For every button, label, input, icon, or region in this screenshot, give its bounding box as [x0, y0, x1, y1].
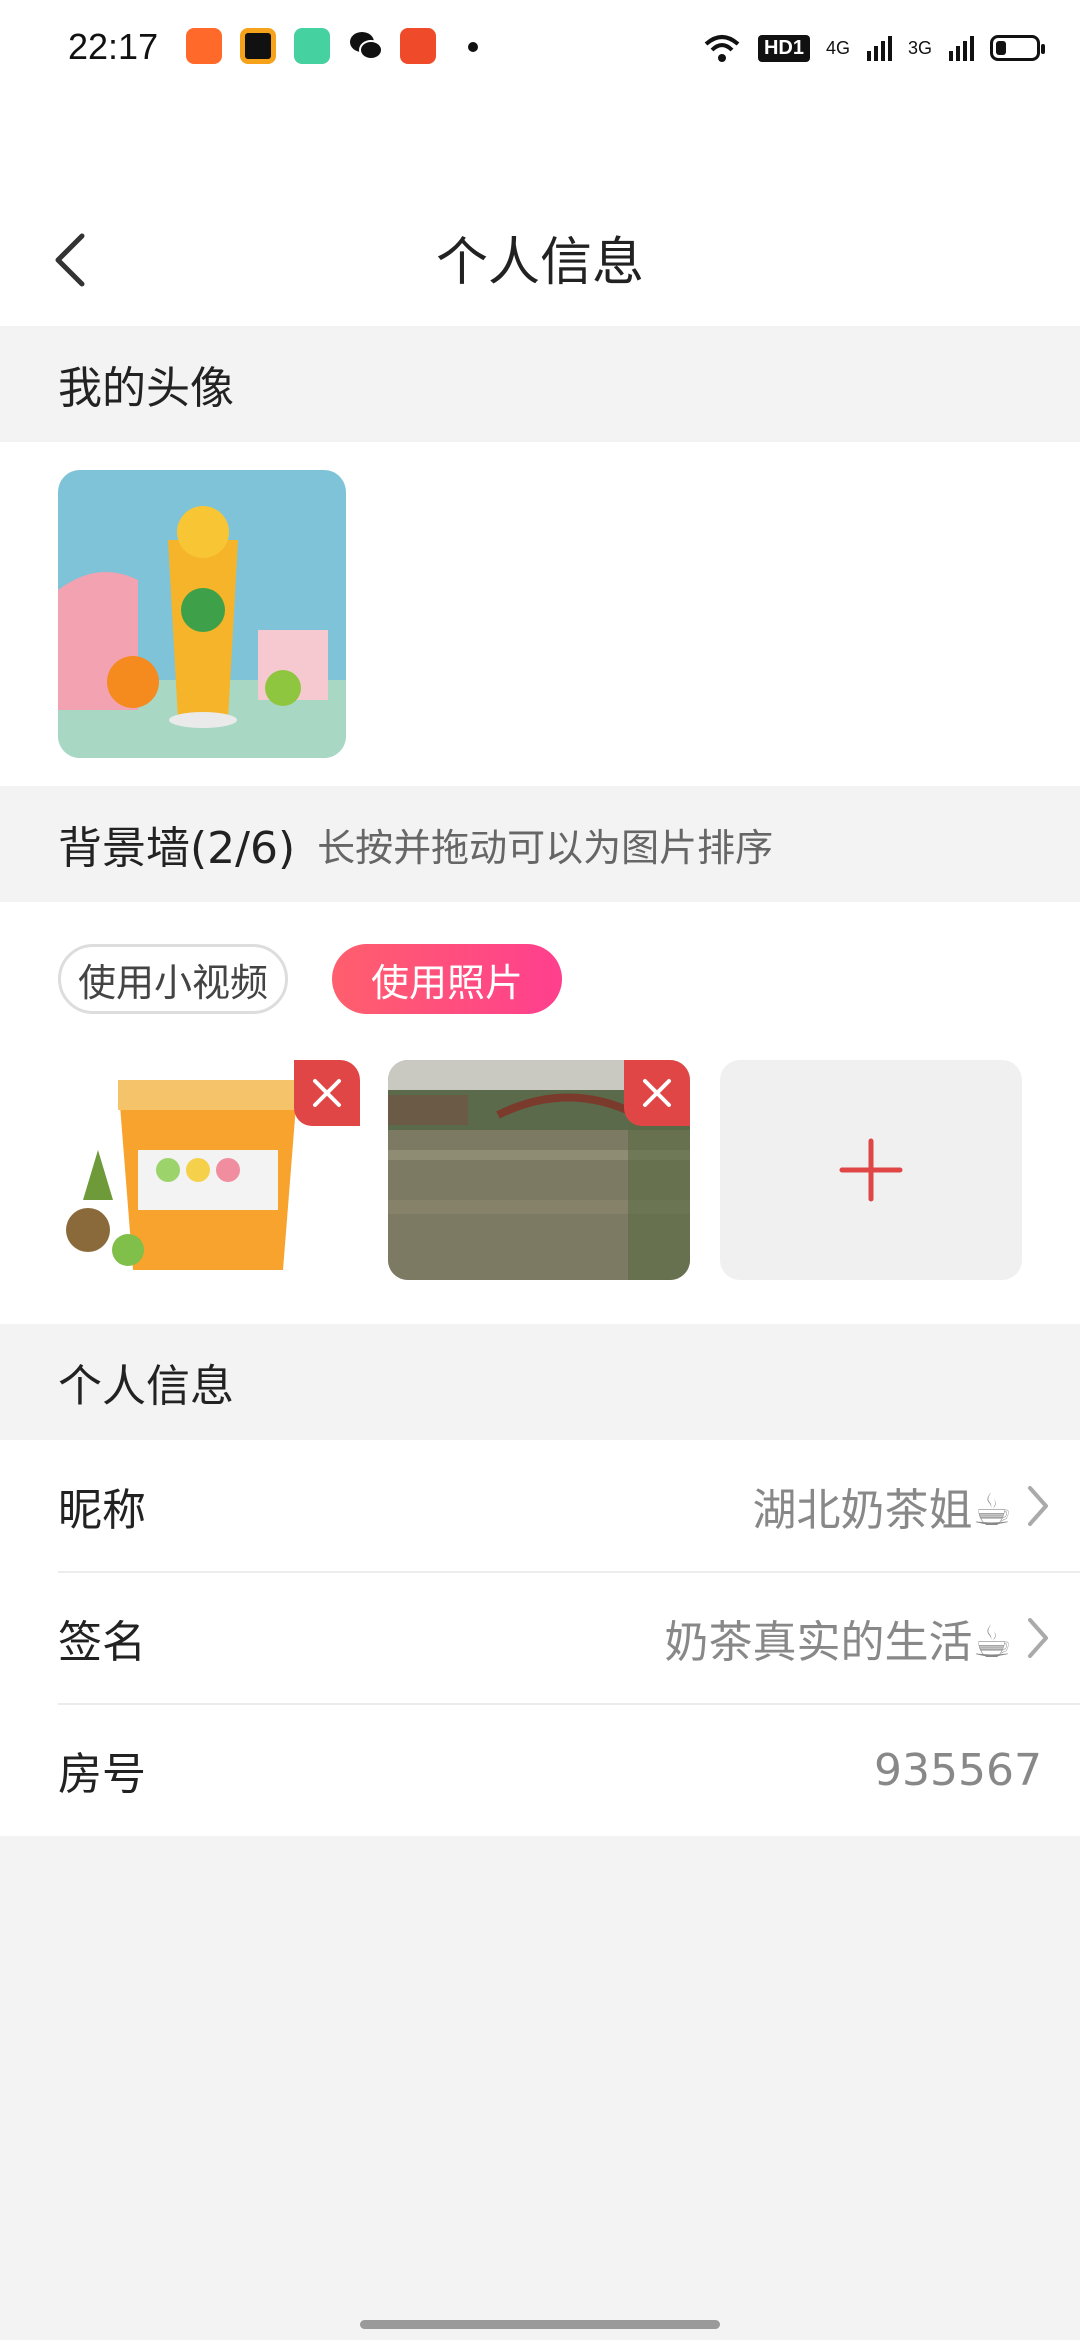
status-indicators: HD1 4G 3G [702, 26, 1045, 70]
chevron-right-icon [1028, 1486, 1048, 1526]
signature-value: 奶茶真实的生活☕ [665, 1606, 1080, 1670]
battery-icon [990, 35, 1045, 61]
bgwall-section-title: 背景墙(2/6) [58, 823, 296, 874]
wechat-icon [348, 28, 384, 64]
kuaishou-app-icon [186, 28, 222, 64]
room-number-label: 房号 [58, 1749, 146, 1800]
orange-square-app-icon [240, 28, 276, 64]
bgwall-section-header: 背景墙(2/6) 长按并拖动可以为图片排序 [0, 786, 1080, 902]
room-number-value: 935567 [874, 1744, 1042, 1796]
status-time: 22:17 [68, 26, 159, 67]
notification-dot-icon [468, 42, 478, 52]
home-indicator[interactable] [360, 2320, 720, 2329]
use-photo-chip[interactable]: 使用照片 [332, 944, 562, 1014]
use-video-chip[interactable]: 使用小视频 [58, 944, 288, 1014]
signal-4g-icon [866, 36, 892, 61]
nickname-row[interactable]: 昵称 湖北奶茶姐☕ [58, 1440, 1080, 1572]
add-photo-button[interactable] [720, 1060, 1022, 1280]
wifi-icon [704, 35, 740, 62]
page-title: 个人信息 [435, 233, 644, 293]
avatar-section-header: 我的头像 [0, 326, 1080, 442]
avatar-area [0, 442, 1080, 786]
bgwall-photo-2[interactable] [388, 1060, 690, 1280]
close-icon [313, 1079, 341, 1107]
remove-photo-1-button[interactable] [294, 1060, 360, 1126]
avatar-image[interactable] [58, 470, 346, 758]
hd-badge: HD1 [757, 34, 810, 62]
network-4g-label: 4G [825, 37, 850, 58]
ximalaya-app-icon [400, 28, 436, 64]
nickname-text: 湖北奶茶姐☕ [752, 1485, 1012, 1536]
nickname-label: 昵称 [58, 1485, 146, 1536]
plus-icon [839, 1138, 903, 1202]
bgwall-hint: 长按并拖动可以为图片排序 [317, 825, 774, 870]
info-section-header: 个人信息 [0, 1324, 1080, 1440]
signal-3g-icon [949, 36, 974, 61]
remove-photo-2-button[interactable] [624, 1060, 690, 1126]
chevron-right-icon [1028, 1618, 1048, 1658]
info-section-title: 个人信息 [58, 1361, 234, 1412]
signature-text: 奶茶真实的生活☕ [664, 1617, 1012, 1668]
close-icon [643, 1079, 671, 1107]
bgwall-photo-1[interactable] [58, 1060, 360, 1280]
room-number-row: 房号 935567 [58, 1704, 1080, 1836]
status-bar: 22:17 HD1 4G 3G [0, 0, 1080, 100]
nickname-value: 湖北奶茶姐☕ [753, 1474, 1080, 1538]
bgwall-area: 使用小视频 使用照片 [0, 902, 1080, 1324]
green-app-icon [294, 28, 330, 64]
avatar-section-title: 我的头像 [58, 363, 234, 414]
signature-label: 签名 [58, 1617, 146, 1668]
signature-row[interactable]: 签名 奶茶真实的生活☕ [58, 1572, 1080, 1704]
app-header: 个人信息 [0, 100, 1080, 326]
info-list: 昵称 湖北奶茶姐☕ 签名 奶茶真实的生活☕ 房号 935567 [0, 1440, 1080, 1836]
network-3g-label: 3G [907, 37, 932, 58]
